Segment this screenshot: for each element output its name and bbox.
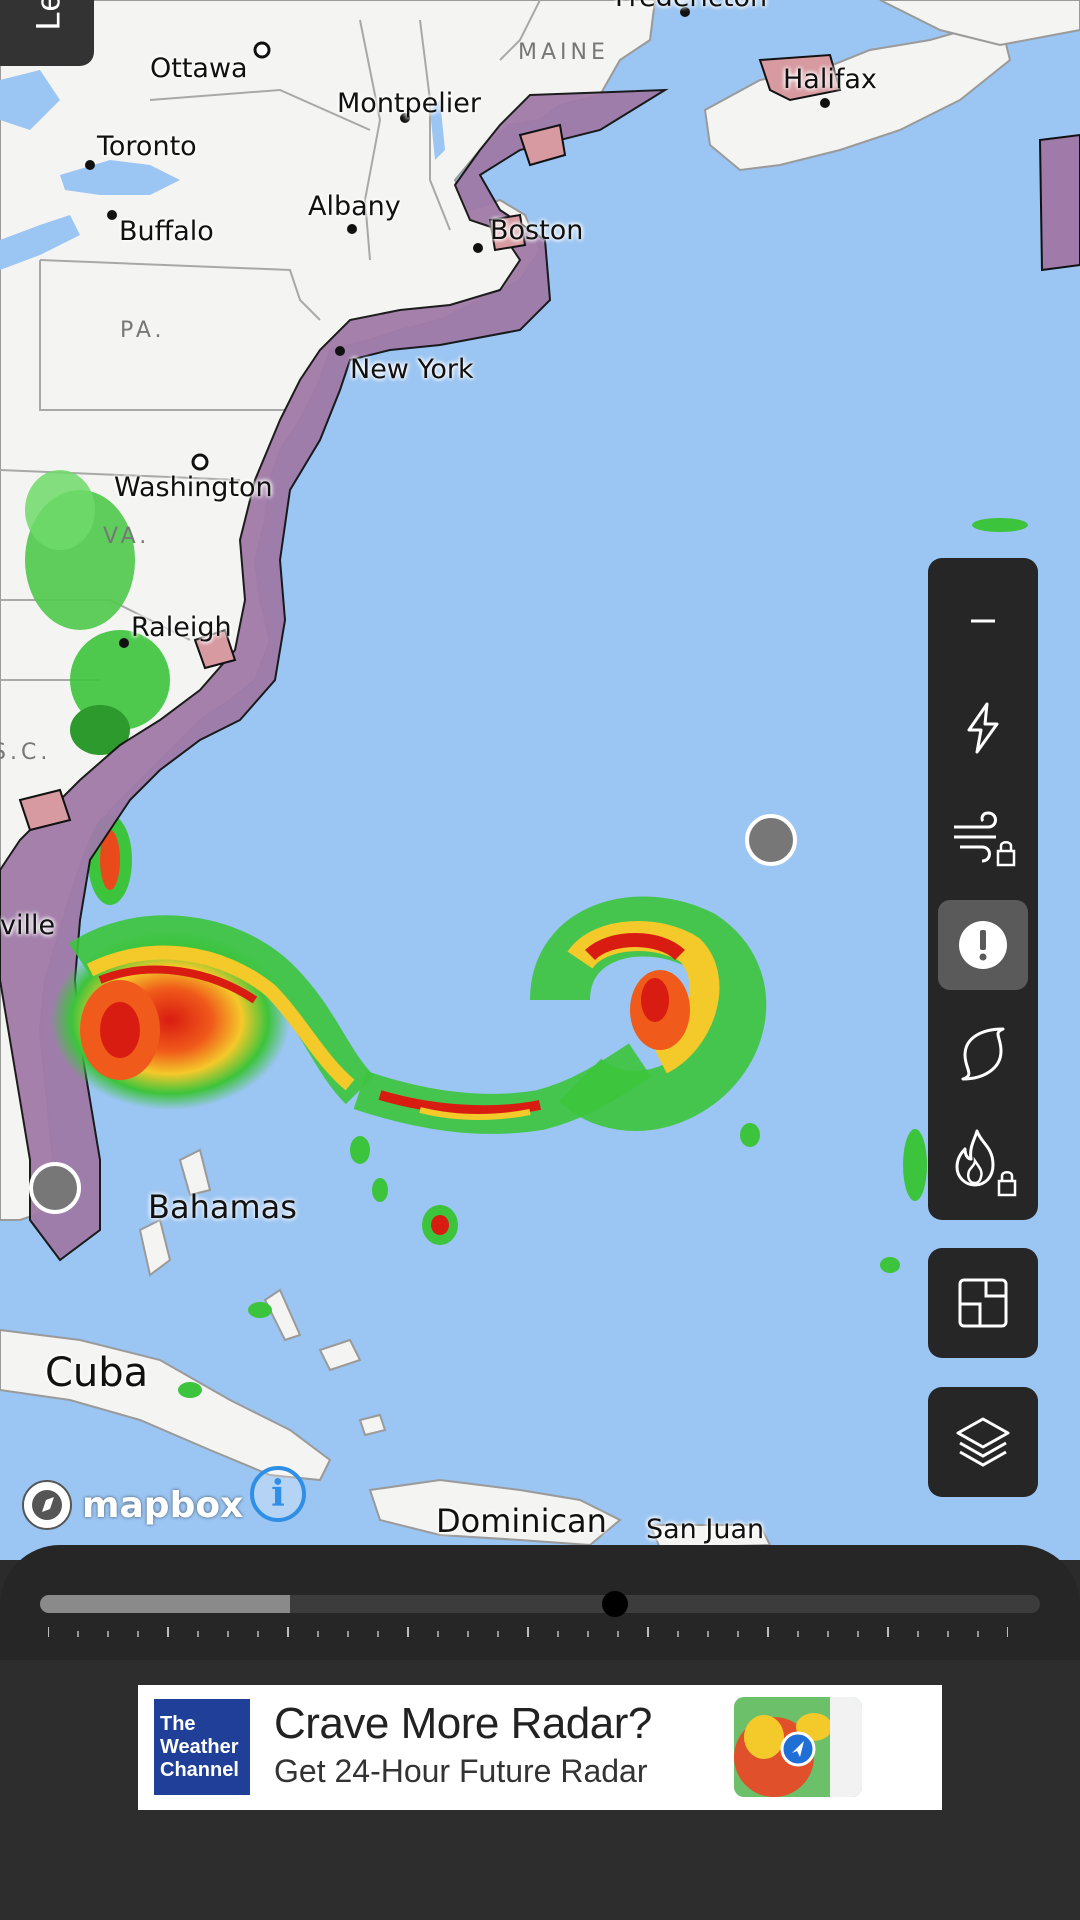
legend-tab-label: Le: [29, 0, 68, 31]
frame-icon: [958, 1278, 1008, 1328]
city-label-washington: Washington: [114, 472, 273, 503]
mapbox-icon: [22, 1480, 72, 1530]
lightning-icon: [967, 702, 999, 754]
city-label-albany: Albany: [308, 191, 401, 222]
region-label-va: VA.: [103, 524, 151, 549]
map-layers-button[interactable]: [928, 1387, 1038, 1497]
country-label-bahamas: Bahamas: [148, 1188, 297, 1226]
alert-icon: [959, 921, 1007, 969]
city-label-fredericton: Fredericton: [615, 0, 767, 13]
mapbox-logo[interactable]: mapbox: [20, 1478, 243, 1532]
brand-line: Weather: [160, 1736, 239, 1758]
brand-line: The: [160, 1713, 196, 1735]
wind-icon: [954, 811, 1016, 867]
fire-icon: [955, 1129, 1017, 1197]
region-label-pa: PA.: [120, 318, 166, 343]
timeline-slider[interactable]: [40, 1591, 1040, 1617]
ad-subline: Get 24-Hour Future Radar: [274, 1753, 648, 1789]
ad-area: The Weather Channel Crave More Radar? Ge…: [0, 1660, 1080, 1920]
city-label-san-juan: San Juan: [646, 1514, 765, 1545]
fire-layer-button[interactable]: [938, 1116, 1028, 1206]
city-label-ottawa: Ottawa: [150, 53, 248, 84]
hurricane-layer-button[interactable]: [938, 1008, 1028, 1098]
alerts-layer-button[interactable]: [938, 900, 1028, 990]
radar-thumbnail: [734, 1697, 862, 1797]
warning-zone-east: [1038, 133, 1080, 272]
city-label-new-york: New York: [350, 354, 474, 385]
frame-button[interactable]: [928, 1248, 1038, 1358]
legend-tab[interactable]: Le: [0, 0, 94, 66]
info-icon: i: [271, 1473, 285, 1515]
city-label-toronto: Toronto: [97, 131, 197, 162]
city-label-jacksonville: ville: [0, 910, 56, 941]
timeline-ticks: [48, 1627, 1008, 1637]
city-label-raleigh: Raleigh: [131, 612, 232, 643]
wind-layer-button[interactable]: [938, 793, 1028, 883]
collapse-button[interactable]: [938, 576, 1028, 666]
brand-line: Channel: [160, 1759, 239, 1781]
country-label-cuba: Cuba: [45, 1350, 149, 1396]
city-label-boston: Boston: [490, 215, 584, 246]
city-label-halifax: Halifax: [783, 64, 877, 95]
region-label-sc: S.C.: [0, 740, 52, 765]
region-label-maine: MAINE: [518, 40, 609, 65]
city-label-montpelier: Montpelier: [337, 88, 481, 119]
city-label-buffalo: Buffalo: [119, 216, 214, 247]
ad-headline: Crave More Radar?: [274, 1699, 652, 1748]
lightning-layer-button[interactable]: [938, 683, 1028, 773]
timeline-past-fill: [40, 1595, 290, 1613]
location-pin-florida: [29, 1162, 81, 1214]
ad-banner[interactable]: The Weather Channel Crave More Radar? Ge…: [138, 1685, 942, 1810]
timeline-panel: [0, 1545, 1080, 1660]
twc-logo: The Weather Channel: [154, 1699, 250, 1795]
layers-icon: [956, 1417, 1010, 1467]
timeline-scrubber[interactable]: [602, 1591, 628, 1617]
attribution-info-button[interactable]: i: [250, 1466, 306, 1522]
minus-icon: [971, 619, 995, 623]
mapbox-wordmark: mapbox: [82, 1484, 244, 1526]
location-pin-east: [745, 814, 797, 866]
country-label-dominican: Dominican: [436, 1502, 607, 1540]
hurricane-icon: [961, 1027, 1005, 1081]
layer-toolbar: [928, 558, 1038, 1220]
